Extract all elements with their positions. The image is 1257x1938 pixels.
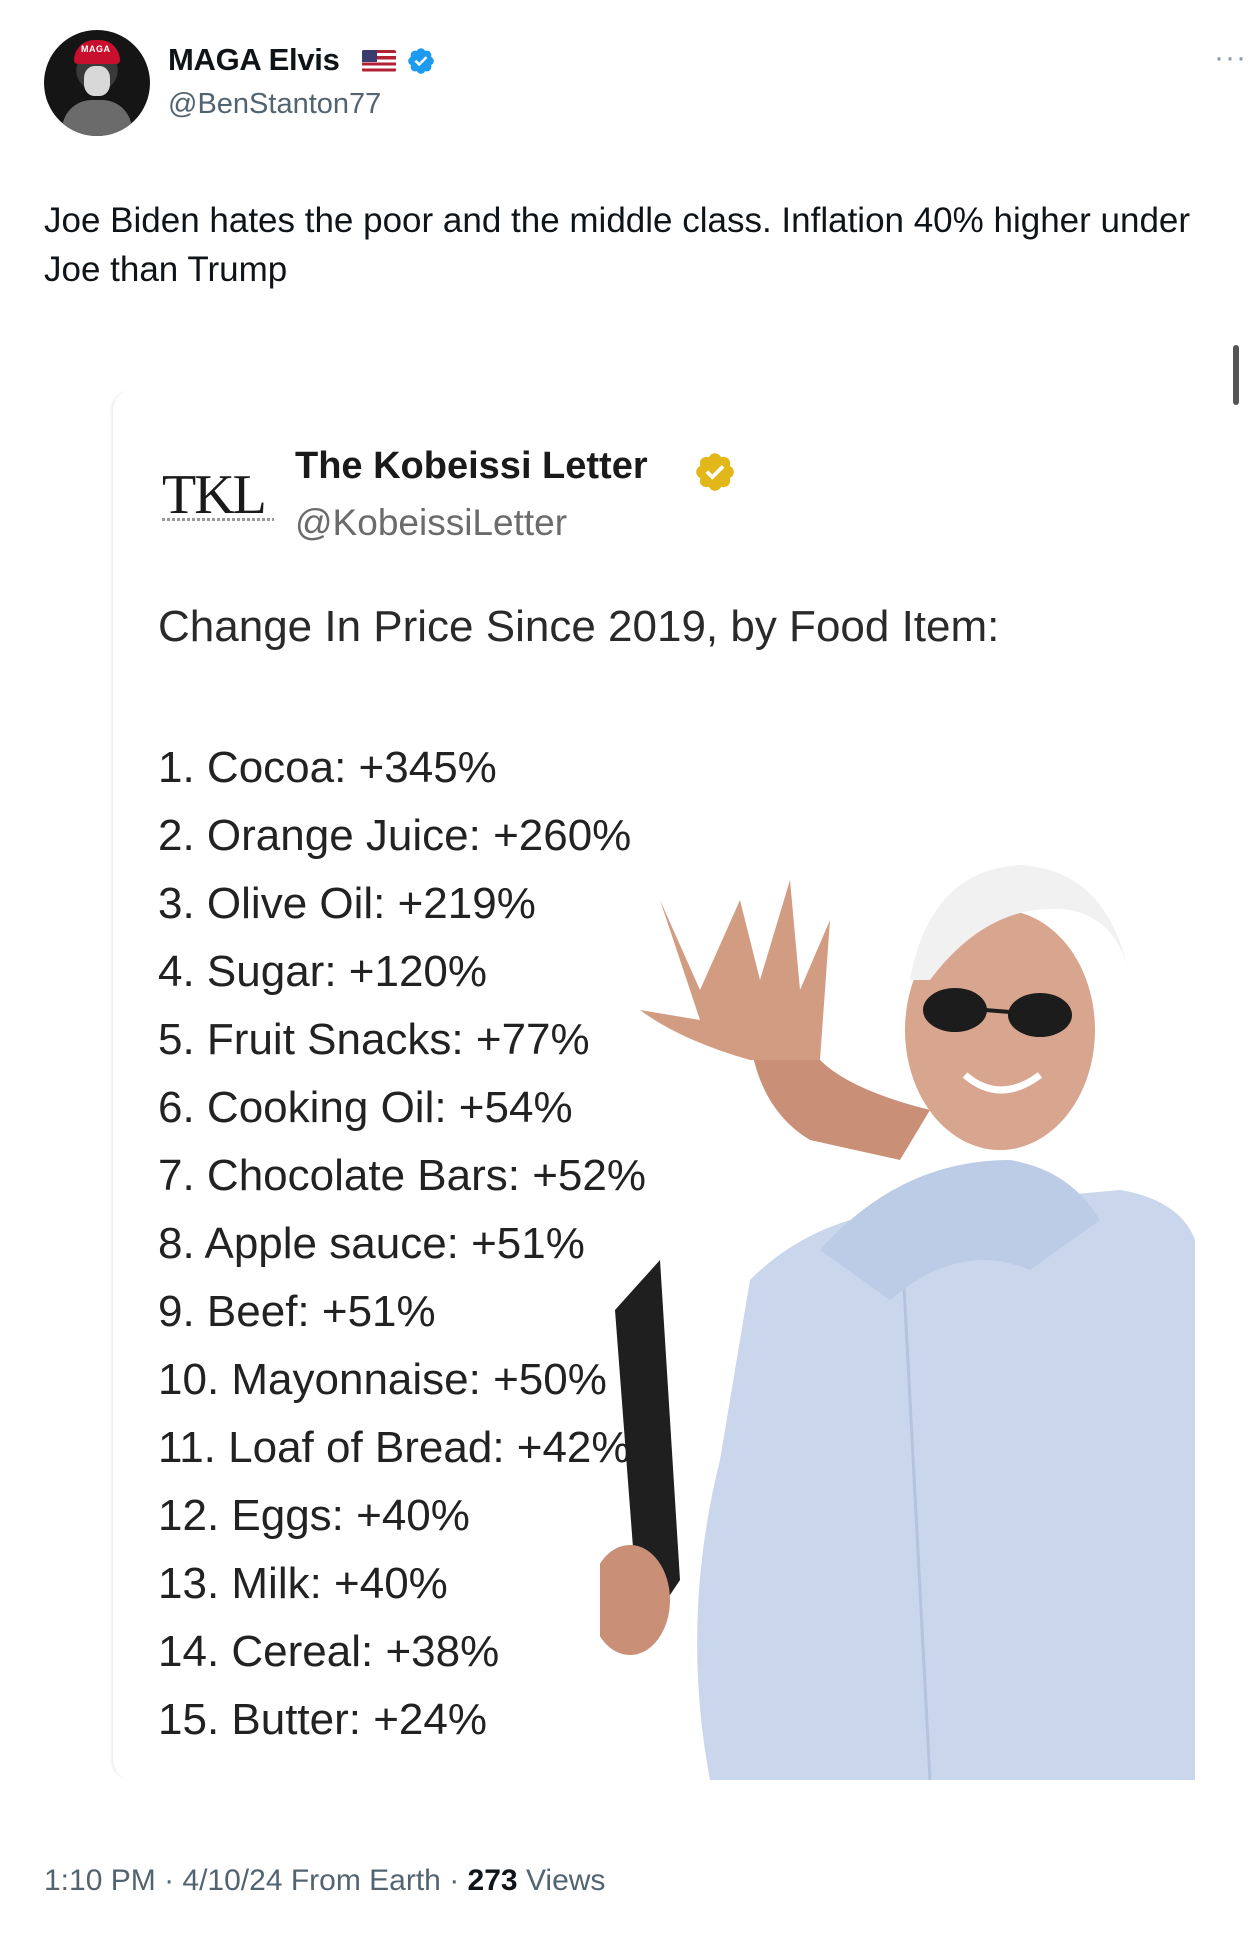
us-flag-icon <box>362 50 396 72</box>
list-item: 5. Fruit Snacks: +77% <box>158 1015 590 1064</box>
list-item: 12. Eggs: +40% <box>158 1491 470 1540</box>
list-item: 2. Orange Juice: +260% <box>158 811 632 860</box>
views-count[interactable]: 273 <box>468 1864 518 1897</box>
quoted-author-name: The Kobeissi Letter <box>295 445 648 487</box>
meta-separator: · <box>155 1864 183 1897</box>
list-item: 9. Beef: +51% <box>158 1287 436 1336</box>
list-item: 11. Loaf of Bread: +42% <box>158 1423 631 1472</box>
list-item: 1. Cocoa: +345% <box>158 743 497 792</box>
list-item: 4. Sugar: +120% <box>158 947 488 996</box>
tweet-text: Joe Biden hates the poor and the middle … <box>44 201 1191 289</box>
list-item: 8. Apple sauce: +51% <box>158 1219 585 1268</box>
quoted-author-handle: @KobeissiLetter <box>295 502 568 543</box>
more-options-icon[interactable]: ··· <box>1214 43 1247 73</box>
avatar-hat-text: MAGA <box>81 44 111 54</box>
tweet-meta: 1:10 PM · 4/10/24 From Earth · 273 Views <box>44 1864 605 1898</box>
author-display-name[interactable]: MAGA Elvis <box>168 42 340 78</box>
logo-subtitle-line <box>162 518 274 521</box>
list-item: 3. Olive Oil: +219% <box>158 879 536 928</box>
quoted-heading: Change In Price Since 2019, by Food Item… <box>158 602 1000 651</box>
list-item: 6. Cooking Oil: +54% <box>158 1083 573 1132</box>
verified-badge-icon <box>408 48 434 74</box>
meta-separator: · <box>440 1864 468 1897</box>
avatar-body-shape <box>62 100 132 136</box>
tweet-date[interactable]: 4/10/24 <box>182 1864 282 1897</box>
tweet-time[interactable]: 1:10 PM <box>44 1864 156 1897</box>
author-avatar[interactable]: MAGA <box>44 30 150 136</box>
gold-verified-badge-icon <box>696 453 734 491</box>
list-item: 10. Mayonnaise: +50% <box>158 1355 607 1404</box>
list-item: 15. Butter: +24% <box>158 1695 487 1744</box>
views-label: Views <box>517 1864 606 1897</box>
author-handle[interactable]: @BenStanton77 <box>168 88 381 121</box>
scrollbar-thumb[interactable] <box>1233 345 1239 405</box>
list-item: 14. Cereal: +38% <box>158 1627 500 1676</box>
tweet-source: From Earth <box>282 1864 441 1897</box>
tweet-page: MAGA MAGA Elvis @BenStanton77 ··· Joe Bi… <box>0 0 1257 1938</box>
list-item: 7. Chocolate Bars: +52% <box>158 1151 646 1200</box>
waving-man-photo <box>600 865 1195 1780</box>
list-item: 13. Milk: +40% <box>158 1559 448 1608</box>
avatar-face-shape <box>84 66 110 96</box>
food-price-list: 1. Cocoa: +345% 2. Orange Juice: +260% 3… <box>158 734 646 1754</box>
